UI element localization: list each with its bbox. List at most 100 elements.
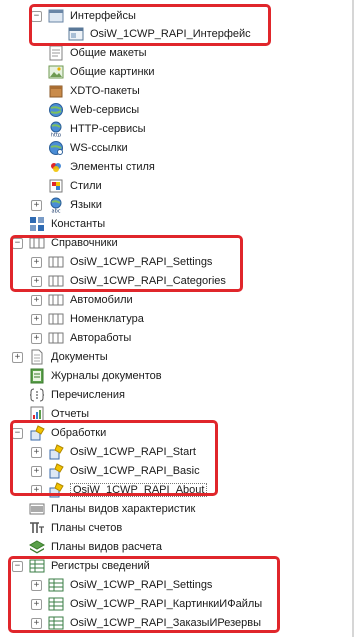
tree-item-label: OsiW_1CWP_RAPI_Basic [70, 465, 200, 477]
tree-item-label: Константы [51, 218, 106, 230]
register-item-icon [48, 597, 64, 611]
catalog-item-icon [48, 256, 64, 268]
tree-item-label: OsiW_1CWP_RAPI_About [70, 483, 208, 497]
tree-item-styles[interactable]: Стили [48, 177, 102, 195]
tree-item-catalog-nomenclature[interactable]: + Номенклатура [31, 310, 144, 328]
expand-toggle[interactable]: + [31, 484, 42, 496]
report-icon [30, 406, 44, 422]
tree-item-label: Регистры сведений [51, 560, 150, 572]
tree-item-catalog-categories[interactable]: + OsiW_1CWP_RAPI_Categories [31, 272, 226, 290]
tree-item-documents[interactable]: + Документы [12, 348, 108, 366]
tree-item-label: HTTP-сервисы [70, 123, 146, 135]
style-element-icon [51, 163, 61, 172]
expand-toggle[interactable]: + [31, 294, 42, 306]
tree-item-processor-start[interactable]: + OsiW_1CWP_RAPI_Start [31, 443, 196, 461]
tree-item-label: Автоработы [70, 332, 132, 344]
tree-item-label: Автомобили [70, 294, 133, 306]
expand-toggle[interactable]: + [31, 446, 42, 458]
data-processor-item-icon [49, 463, 64, 479]
tree-item-http-services[interactable]: http HTTP-сервисы [48, 120, 146, 138]
tree-item-information-registers[interactable]: − Регистры сведений [12, 557, 150, 575]
catalog-item-icon [48, 294, 64, 306]
tree-item-label: Общие макеты [70, 47, 147, 59]
tree-item-label: Документы [51, 351, 108, 363]
register-item-icon [48, 616, 64, 630]
expand-toggle[interactable]: + [31, 199, 42, 211]
xdto-icon [49, 85, 63, 98]
tree-item-xdto-packages[interactable]: XDTO-пакеты [48, 82, 140, 100]
ws-link-icon [49, 141, 63, 155]
expand-toggle[interactable]: + [31, 275, 42, 287]
tree-item-enumerations[interactable]: Перечисления [29, 386, 125, 404]
tree-item-label: OsiW_1CWP_RAPI_Settings [70, 579, 213, 591]
tree-item-label: Планы видов характеристик [51, 503, 196, 515]
tree-item-label: Общие картинки [70, 66, 155, 78]
expand-toggle[interactable]: + [31, 617, 42, 629]
tree-item-catalogs[interactable]: − Справочники [12, 234, 118, 252]
chart-of-calculation-icon [29, 540, 45, 554]
tree-item-label: Элементы стиля [70, 161, 155, 173]
tree-item-label: Языки [70, 199, 102, 211]
expand-toggle[interactable]: + [31, 256, 42, 268]
tree-item-register-settings[interactable]: + OsiW_1CWP_RAPI_Settings [31, 576, 212, 594]
picture-icon [48, 65, 64, 79]
collapse-toggle[interactable]: − [12, 237, 23, 249]
tree-item-label: OsiW_1CWP_RAPI_Categories [70, 275, 226, 287]
tree-item-constants[interactable]: Константы [29, 215, 105, 233]
expand-toggle[interactable]: + [12, 351, 23, 363]
tree-item-catalog-cars[interactable]: + Автомобили [31, 291, 133, 309]
tree-item-interfaces[interactable]: − Интерфейсы [31, 7, 136, 25]
tree-item-label: Планы видов расчета [51, 541, 163, 553]
svg-text:abc: abc [52, 209, 61, 214]
tree-item-common-pictures[interactable]: Общие картинки [48, 63, 155, 81]
tree-item-document-journals[interactable]: Журналы документов [29, 367, 162, 385]
tree-item-label: OsiW_1CWP_RAPI_Settings [70, 256, 213, 268]
tree-item-charts-of-characteristic-types[interactable]: Планы видов характеристик [29, 500, 195, 518]
interface-folder-icon [48, 9, 64, 23]
collapse-toggle[interactable]: − [12, 427, 23, 439]
tree-item-label: Отчеты [51, 408, 90, 420]
data-processor-item-icon [49, 444, 64, 460]
tree-item-label: OsiW_1CWP_RAPI_КартинкиИФайлы [70, 598, 263, 610]
interface-icon [68, 27, 84, 41]
tree-item-charts-of-calculation-types[interactable]: Планы видов расчета [29, 538, 162, 556]
expand-toggle[interactable]: + [31, 579, 42, 591]
tree-item-catalog-autoworks[interactable]: + Автоработы [31, 329, 131, 347]
tree-item-label: Стили [70, 180, 102, 192]
tree-item-label: OsiW_1CWP_RAPI_Start [70, 446, 196, 458]
tree-item-charts-of-accounts[interactable]: Планы счетов [29, 519, 122, 537]
expand-toggle[interactable]: + [31, 465, 42, 477]
tree-item-common-templates[interactable]: Общие макеты [48, 44, 147, 62]
tree-item-label: Журналы документов [51, 370, 162, 382]
tree-item-ws-links[interactable]: WS-ссылки [48, 139, 128, 157]
collapse-toggle[interactable]: − [12, 560, 23, 572]
tree-item-processor-about[interactable]: + OsiW_1CWP_RAPI_About [31, 481, 208, 499]
chart-of-accounts-icon [30, 522, 44, 533]
tree-item-label: Обработки [51, 427, 107, 439]
tree-item-languages[interactable]: + abc Языки [31, 196, 102, 214]
tree-item-label: Web-сервисы [70, 104, 140, 116]
tree-item-reports[interactable]: Отчеты [29, 405, 89, 423]
tree-item-register-pictures-files[interactable]: + OsiW_1CWP_RAPI_КартинкиИФайлы [31, 595, 262, 613]
tree-item-catalog-settings[interactable]: + OsiW_1CWP_RAPI_Settings [31, 253, 212, 271]
tree-item-interface[interactable]: OsiW_1CWP_RAPI_Интерфейс [68, 25, 251, 43]
catalog-icon [29, 237, 45, 249]
expand-toggle[interactable]: + [31, 313, 42, 325]
tree-item-label: OsiW_1CWP_RAPI_Интерфейс [90, 28, 251, 40]
expand-toggle[interactable]: + [31, 332, 42, 344]
collapse-toggle[interactable]: − [31, 10, 42, 22]
tree-item-processor-basic[interactable]: + OsiW_1CWP_RAPI_Basic [31, 462, 200, 480]
register-item-icon [48, 578, 64, 592]
tree-item-web-services[interactable]: Web-сервисы [48, 101, 139, 119]
tree-item-style-elements[interactable]: Элементы стиля [48, 158, 155, 176]
expand-toggle[interactable]: + [31, 598, 42, 610]
constant-icon [30, 217, 44, 231]
tree-item-label: Справочники [51, 237, 118, 249]
http-service-icon: http [50, 121, 62, 137]
tree-item-label: XDTO-пакеты [70, 85, 140, 97]
tree-item-register-orders-reserves[interactable]: + OsiW_1CWP_RAPI_ЗаказыИРезервы [31, 614, 261, 632]
tree-item-data-processors[interactable]: − Обработки [12, 424, 106, 442]
information-register-icon [29, 559, 45, 573]
document-icon [31, 349, 43, 365]
tree-item-label: OsiW_1CWP_RAPI_ЗаказыИРезервы [70, 617, 261, 629]
